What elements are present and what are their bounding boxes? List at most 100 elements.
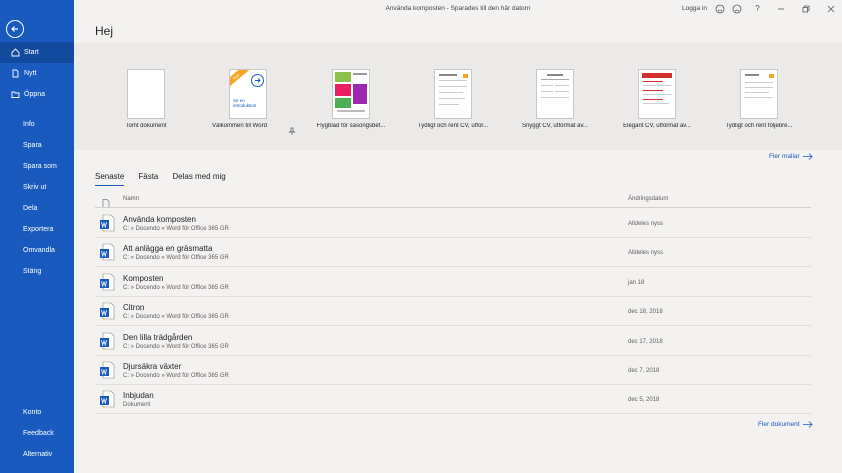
nav-print-label: Skriv ut: [23, 184, 47, 191]
home-icon: [10, 48, 20, 58]
document-path: C: » Docendo » Word för Office 365 GR: [123, 255, 229, 262]
template-label: Välkommen till Word: [212, 123, 267, 129]
document-name: Djursäkra växter: [123, 362, 182, 371]
document-path: C: » Docendo » Word för Office 365 GR: [123, 373, 229, 379]
document-date: dec 17, 2018: [628, 338, 663, 345]
document-tabs: Senaste Fästa Delas med mig: [95, 172, 240, 186]
document-date: dec 7, 2018: [628, 368, 660, 374]
document-name: Inbjudan: [123, 391, 154, 401]
nav-transform-label: Omvandla: [23, 247, 55, 254]
tab-shared[interactable]: Delas med mig: [172, 172, 225, 186]
more-documents-link[interactable]: Fler dokument: [758, 421, 813, 428]
nav-info[interactable]: Info: [0, 114, 74, 135]
folder-icon: [10, 90, 20, 100]
nav-save[interactable]: Spara: [0, 135, 74, 156]
word-document-icon: [99, 390, 115, 408]
back-button[interactable]: [6, 20, 24, 38]
document-date: Alldeles nyss: [628, 250, 664, 257]
document-row[interactable]: Djursäkra växter C: » Docendo » Word för …: [95, 356, 811, 385]
word-document-icon: [99, 302, 115, 320]
pin-icon[interactable]: [288, 122, 296, 140]
nav-export[interactable]: Exportera: [0, 219, 74, 240]
nav-new-label: Nytt: [24, 70, 37, 77]
template-thumbnail: [127, 69, 165, 119]
tab-recent[interactable]: Senaste: [95, 172, 125, 186]
document-name: Använda komposten: [123, 215, 196, 224]
back-arrow-icon: [11, 26, 18, 32]
document-path: Dokument: [123, 402, 151, 409]
nav-transform[interactable]: Omvandla: [0, 240, 74, 261]
document-row[interactable]: Komposten C: » Docendo » Word för Office …: [95, 268, 811, 297]
document-row[interactable]: Använda komposten C: » Docendo » Word för…: [95, 209, 811, 238]
template-label: Tydligt och rent CV, utfor...: [417, 123, 489, 129]
nav-info-label: Info: [23, 121, 35, 128]
template-thumbnail: [332, 69, 370, 119]
new-document-icon: [10, 69, 20, 79]
column-header-name[interactable]: Namn: [123, 196, 139, 202]
more-documents-label: Fler dokument: [758, 421, 800, 428]
arrow-right-icon: [802, 421, 813, 428]
document-path: C: » Docendo » Word för Office 365 GR: [123, 343, 229, 350]
nav-new[interactable]: Nytt: [0, 63, 74, 84]
sidebar: Start Nytt Öppna Info Spara Spara som Sk…: [0, 0, 74, 473]
nav-share[interactable]: Dela: [0, 198, 74, 219]
header-divider: [95, 207, 811, 208]
minimize-icon[interactable]: [775, 3, 786, 14]
smiley-sad-icon[interactable]: [731, 3, 742, 14]
login-link[interactable]: Logga in: [682, 5, 707, 12]
document-path: C: » Docendo » Word för Office 365 GR: [123, 226, 229, 232]
document-row[interactable]: Att anlägga en gräsmatta C: » Docendo » W…: [95, 238, 811, 268]
document-path: C: » Docendo » Word för Office 365 GR: [123, 314, 229, 321]
column-header-date[interactable]: Ändringsdatum: [628, 196, 668, 202]
word-document-icon: [99, 361, 115, 379]
document-date: dec 18, 2018: [628, 309, 663, 316]
document-date: jan 18: [628, 279, 645, 286]
word-document-icon: [99, 332, 115, 350]
nav-save-label: Spara: [23, 142, 42, 149]
template-thumbnail: [740, 69, 778, 119]
template-thumbnail: [434, 69, 472, 119]
nav-print[interactable]: Skriv ut: [0, 177, 74, 198]
more-templates-link[interactable]: Fler mallar: [769, 153, 813, 160]
nav-share-label: Dela: [23, 205, 38, 212]
template-label: Elegant CV, utformat av...: [623, 123, 691, 129]
nav-feedback[interactable]: Feedback: [0, 423, 74, 444]
new-badge: Nytt: [230, 70, 250, 89]
document-row[interactable]: Den lilla trädgården C: » Docendo » Word …: [95, 327, 811, 356]
word-document-icon: [99, 214, 115, 232]
document-name: Att anlägga en gräsmatta: [123, 244, 213, 254]
document-path: C: » Docendo » Word för Office 365 GR: [123, 284, 229, 291]
document-name: Den lilla trädgården: [123, 332, 193, 342]
template-thumbnail: [536, 69, 574, 119]
title-bar: Använda komposten - Sparades till den hä…: [74, 0, 842, 17]
document-row[interactable]: Citron C: » Docendo » Word för Office 365…: [95, 297, 811, 327]
nav-feedback-label: Feedback: [23, 430, 54, 437]
nav-close-label: Stäng: [23, 268, 42, 275]
nav-save-as[interactable]: Spara som: [0, 156, 74, 177]
tab-pinned[interactable]: Fästa: [138, 172, 158, 186]
document-name: Citron: [123, 303, 145, 313]
window-title: Använda komposten - Sparades till den hä…: [385, 5, 531, 12]
nav-account-label: Konto: [23, 409, 42, 416]
template-label: Snyggt CV, utformat av...: [521, 123, 589, 129]
nav-open[interactable]: Öppna: [0, 84, 74, 105]
nav-export-label: Exportera: [23, 226, 54, 233]
template-thumbnail: [638, 69, 676, 119]
template-label: Tydligt och rent följebre...: [725, 123, 793, 129]
close-icon[interactable]: [825, 3, 836, 14]
arrow-right-circle-icon: [251, 74, 264, 87]
nav-open-label: Öppna: [24, 91, 46, 98]
template-label: Flygblad för säsongsbet...: [316, 123, 386, 129]
smiley-happy-icon[interactable]: [714, 3, 725, 14]
document-date: dec 5, 2018: [628, 397, 660, 404]
nav-options[interactable]: Alternativ: [0, 444, 74, 465]
nav-options-label: Alternativ: [23, 451, 53, 458]
restore-icon[interactable]: [800, 3, 811, 14]
help-icon[interactable]: ?: [752, 3, 763, 14]
document-name: Komposten: [123, 273, 164, 283]
nav-start[interactable]: Start: [0, 42, 74, 63]
nav-close[interactable]: Stäng: [0, 261, 74, 282]
nav-account[interactable]: Konto: [0, 402, 74, 423]
arrow-right-icon: [802, 153, 813, 160]
document-row[interactable]: Inbjudan Dokument dec 5, 2018: [95, 385, 811, 415]
